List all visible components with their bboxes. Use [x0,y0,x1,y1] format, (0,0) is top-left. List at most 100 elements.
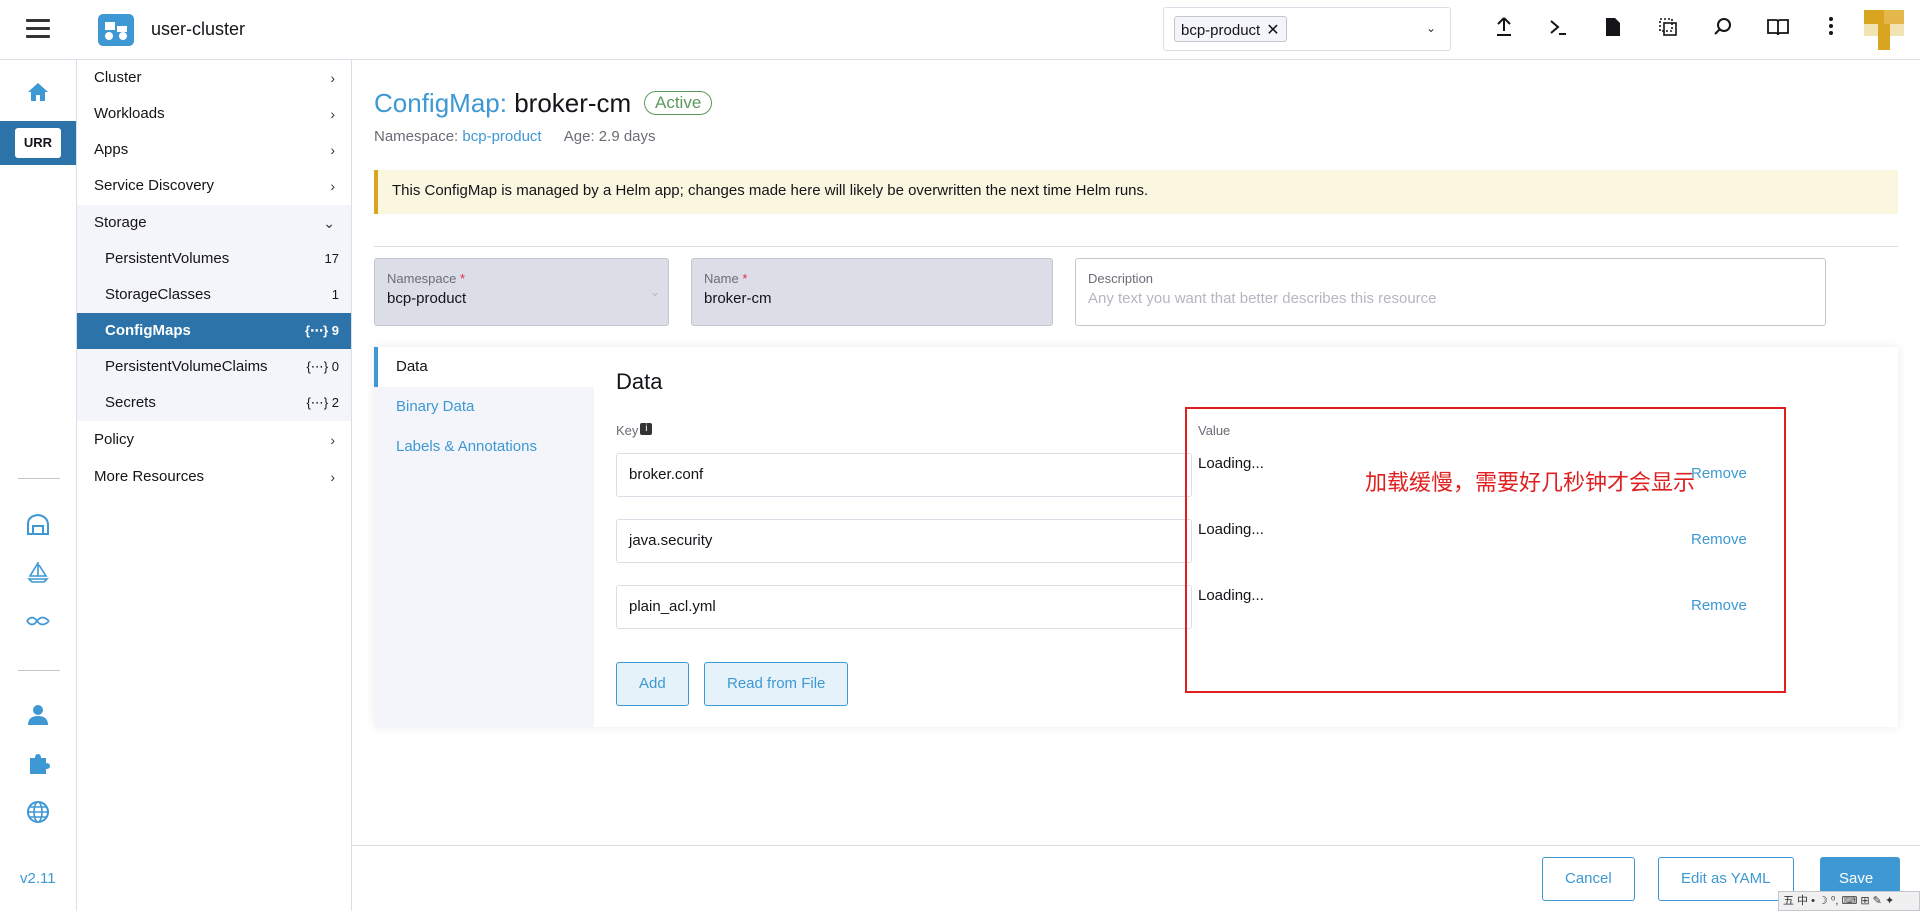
name-field-label: Name * [704,271,748,286]
nav-label: StorageClasses [105,286,211,303]
name-field-value: broker-cm [704,290,772,307]
key-column-label: Key i [616,423,653,438]
book-icon[interactable] [1765,16,1791,42]
key-input[interactable]: broker.conf [616,453,1192,497]
key-input[interactable]: java.security [616,519,1192,563]
description-field-label: Description [1088,271,1154,286]
cluster-logo-icon [98,14,134,46]
ime-toolbar[interactable]: 五 中 • ☽ ⁰, ⌨ ⊞ ✎ ✦ [1778,891,1920,911]
nav-label: PersistentVolumes [105,250,230,267]
helm-warning-banner: This ConfigMap is managed by a Helm app;… [374,170,1898,214]
sailboat-icon[interactable] [24,560,52,588]
key-input[interactable]: plain_acl.yml [616,585,1192,629]
divider [374,246,1898,247]
nav-service-discovery[interactable]: Service Discovery › [77,168,351,204]
nav-label: Cluster [94,69,142,86]
file-icon[interactable] [1600,16,1626,42]
globe-icon[interactable] [24,800,52,828]
status-badge: Active [644,91,713,115]
nav-label: Workloads [94,105,165,122]
namespace-meta-label: Namespace: [374,128,459,145]
nav-persistentvolumes[interactable]: PersistentVolumes 17 [77,241,351,277]
tab-binary-data[interactable]: Binary Data [374,387,594,427]
chevron-down-icon[interactable]: ⌄ [1426,21,1436,35]
user-icon[interactable] [24,704,52,732]
nav-label: PersistentVolumeClaims [105,358,268,375]
nav-label: Service Discovery [94,177,215,194]
namespace-field-label: Namespace * [387,271,466,286]
edit-as-yaml-button[interactable]: Edit as YAML [1658,857,1794,901]
form-footer: Cancel Edit as YAML Save [352,845,1920,911]
cluster-name: user-cluster [151,19,246,39]
nav-label: Storage [94,214,147,231]
menu-icon[interactable] [26,19,50,39]
nav-label: Policy [94,431,135,448]
namespace-select: Namespace * bcp-product ⌄ [374,258,669,326]
count-badge: {⋯} 2 [306,395,339,410]
tab-list: Data Binary Data Labels & Annotations [374,347,594,727]
read-from-file-button[interactable]: Read from File [704,662,849,706]
info-icon[interactable]: i [640,423,653,435]
chevron-right-icon: › [330,432,335,448]
nav-label: Secrets [105,394,156,411]
count-badge: {⋯} 9 [305,323,339,338]
count-badge: {⋯} 0 [306,359,339,374]
nav-storageclasses[interactable]: StorageClasses 1 [77,277,351,313]
namespace-chip: bcp-product ✕ [1174,16,1287,42]
terminal-icon[interactable] [1545,16,1571,42]
resource-kind-link[interactable]: ConfigMap: [374,88,507,118]
nav-cluster[interactable]: Cluster › [77,60,351,96]
top-header: user-cluster bcp-product ✕ ⌄ [0,0,1920,60]
chevron-down-icon: ⌄ [323,215,335,231]
namespace-field-value: bcp-product [387,290,467,307]
chevron-right-icon: › [330,142,335,158]
more-vertical-icon[interactable] [1818,16,1844,42]
version-label[interactable]: v2.11 [20,870,56,887]
close-icon[interactable]: ✕ [1266,22,1279,39]
cluster-item-urr[interactable]: URR [0,121,76,165]
network-icon[interactable] [24,608,52,636]
chevron-right-icon: › [330,469,335,485]
nav-persistentvolumeclaims[interactable]: PersistentVolumeClaims {⋯} 0 [77,349,351,385]
nav-secrets[interactable]: Secrets {⋯} 2 [77,385,351,421]
upload-icon[interactable] [1491,16,1517,42]
nav-more-resources[interactable]: More Resources › [77,459,351,495]
chevron-right-icon: › [330,106,335,122]
cluster-rail: URR v2.11 [0,60,77,911]
nav-storage[interactable]: Storage ⌄ [77,205,351,241]
search-icon[interactable] [1710,16,1736,42]
nav-label: More Resources [94,468,205,485]
nav-label: Apps [94,141,129,158]
chevron-down-icon: ⌄ [649,285,660,299]
extensions-puzzle-icon[interactable] [24,752,52,780]
nav-policy[interactable]: Policy › [77,422,351,458]
nav-apps[interactable]: Apps › [77,132,351,168]
chevron-right-icon: › [330,70,335,86]
side-nav: Cluster › Workloads › Apps › Service Dis… [77,60,352,911]
namespace-link[interactable]: bcp-product [462,128,541,145]
nav-label: ConfigMaps [105,322,191,339]
page-title: ConfigMap: broker-cm [374,88,631,119]
section-heading: Data [616,369,663,394]
namespace-chip-label: bcp-product [1181,22,1261,39]
avatar[interactable] [1864,10,1904,50]
age-label: Age: 2.9 days [563,128,656,145]
tab-labels-annotations[interactable]: Labels & Annotations [374,427,594,467]
resource-name: broker-cm [514,88,632,118]
fleet-icon[interactable] [24,512,52,540]
cancel-button[interactable]: Cancel [1542,857,1635,901]
nav-configmaps[interactable]: ConfigMaps {⋯} 9 [77,313,351,349]
description-input[interactable] [1088,290,1813,307]
count-badge: 1 [331,287,339,302]
divider [18,478,60,479]
home-icon[interactable] [24,80,52,108]
tab-data[interactable]: Data [374,347,594,387]
copy-config-icon[interactable] [1655,16,1681,42]
resource-meta: Namespace: bcp-product Age: 2.9 days [374,128,656,145]
add-button[interactable]: Add [616,662,689,706]
annotation-note: 加载缓慢，需要好几秒钟才会显示 [1365,471,1696,496]
cluster-badge: URR [15,128,61,158]
description-field[interactable]: Description [1075,258,1826,326]
nav-workloads[interactable]: Workloads › [77,96,351,132]
namespace-filter[interactable]: bcp-product ✕ ⌄ [1163,7,1451,51]
